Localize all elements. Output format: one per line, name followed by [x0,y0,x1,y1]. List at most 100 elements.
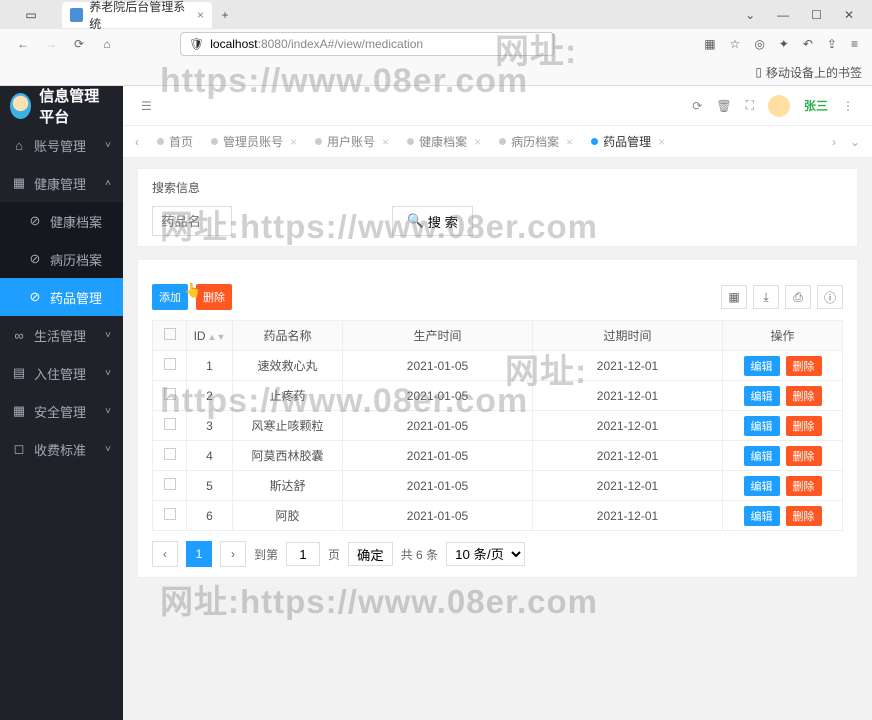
undo-icon[interactable]: ↶ [803,37,813,51]
chevron-down-icon: ˅ [105,444,111,455]
tabs-prev-icon[interactable]: ‹ [131,135,143,149]
username[interactable]: 张三 [804,97,828,114]
close-icon[interactable]: × [197,8,204,22]
sort-icon: ▲▼ [208,332,226,342]
sidebar-subitem[interactable]: ⊘健康档案 [0,202,123,240]
close-icon[interactable]: × [382,135,389,149]
home-icon[interactable]: ⌂ [98,37,116,51]
sidebar-item[interactable]: ∞生活管理˅ [0,316,123,354]
info-icon[interactable]: ⓘ [817,285,843,309]
trash-icon[interactable]: 🗑 [716,99,731,113]
row-checkbox[interactable] [164,508,176,520]
filter-icon[interactable]: ▦ [721,285,747,309]
edit-button[interactable]: 编辑 [744,416,780,436]
page-tab[interactable]: 药品管理× [583,133,673,150]
close-icon[interactable]: × [566,135,573,149]
page-unit: 页 [328,546,340,563]
avatar[interactable] [768,95,790,117]
page-tab[interactable]: 首页 [149,133,201,150]
sidebar-item[interactable]: ⌂账号管理˅ [0,126,123,164]
browser-tab[interactable]: 养老院后台管理系统 × [62,2,212,28]
minimize-icon[interactable]: — [777,8,789,22]
edit-button[interactable]: 编辑 [744,476,780,496]
row-delete-button[interactable]: 删除 [786,356,822,376]
table-panel: 添加 删除 ▦ ⤓ ⎙ ⓘ ID▲▼ 药品名称 [137,259,858,578]
close-icon[interactable]: × [658,135,665,149]
reload-icon[interactable]: ⟳ [70,37,88,51]
maximize-icon[interactable]: ☐ [811,8,822,22]
page-next[interactable]: › [220,541,246,567]
refresh-icon[interactable]: ⟳ [692,99,702,113]
row-delete-button[interactable]: 删除 [786,506,822,526]
col-id[interactable]: ID▲▼ [187,321,233,351]
bookmark-mobile[interactable]: 移动设备上的书签 [766,64,862,81]
page-prev[interactable]: ‹ [152,541,178,567]
sidebar-item[interactable]: ▦健康管理˄ [0,164,123,202]
sidebar-subitem[interactable]: ⊘病历档案 [0,240,123,278]
sidebar-item[interactable]: ▤入住管理˅ [0,354,123,392]
page-tabs: ‹ 首页管理员账号×用户账号×健康档案×病历档案×药品管理× › ⌄ [123,126,872,158]
page-tab[interactable]: 管理员账号× [203,133,305,150]
row-delete-button[interactable]: 删除 [786,476,822,496]
tabs-next-icon[interactable]: › [828,135,840,149]
page-tab[interactable]: 健康档案× [399,133,489,150]
tabs-dropdown-icon[interactable]: ⌄ [846,135,864,149]
new-tab-button[interactable]: + [212,8,238,22]
row-checkbox[interactable] [164,358,176,370]
table-toolbar: 添加 删除 ▦ ⤓ ⎙ ⓘ [152,284,843,310]
collapse-sidebar-icon[interactable]: ☰ [141,99,152,113]
row-checkbox[interactable] [164,388,176,400]
sidebar-subitem[interactable]: ⊘药品管理 [0,278,123,316]
star-icon[interactable]: ☆ [730,37,741,51]
page-number[interactable]: 1 [186,541,212,567]
row-checkbox[interactable] [164,418,176,430]
page-tab[interactable]: 病历档案× [491,133,581,150]
share-icon[interactable]: ⇪ [827,37,837,51]
fullscreen-icon[interactable]: ⛶ [746,98,754,113]
row-checkbox[interactable] [164,478,176,490]
row-delete-button[interactable]: 删除 [786,386,822,406]
edit-button[interactable]: 编辑 [744,386,780,406]
qr-icon[interactable]: ▦ [704,37,715,51]
edit-button[interactable]: 编辑 [744,506,780,526]
tab-label: 首页 [169,133,193,150]
search-button[interactable]: 🔍 搜 索 [392,206,473,236]
print-icon[interactable]: ⎙ [785,285,811,309]
add-button[interactable]: 添加 [152,284,188,310]
close-icon[interactable]: × [290,135,297,149]
search-input[interactable] [152,206,232,236]
page-size-select[interactable]: 10 条/页 [446,542,525,566]
page-tab[interactable]: 用户账号× [307,133,397,150]
shield-icon: 🛡 [189,37,204,51]
cell-id: 2 [187,381,233,411]
select-all-checkbox[interactable] [164,328,176,340]
tab-dot-icon [591,138,598,145]
row-checkbox[interactable] [164,448,176,460]
sidebar-item[interactable]: ◻收费标准˅ [0,430,123,468]
row-delete-button[interactable]: 删除 [786,416,822,436]
chevron-down-icon[interactable]: ⌄ [745,8,755,22]
close-icon[interactable]: × [474,135,481,149]
back-icon[interactable]: ← [14,37,32,51]
url-bar[interactable]: 🛡 localhost:8080/indexA#/view/medication [180,32,554,56]
extensions-icon[interactable]: ✦ [779,37,789,51]
edit-button[interactable]: 编辑 [744,356,780,376]
close-window-icon[interactable]: ✕ [844,8,854,22]
tab-dot-icon [315,138,322,145]
row-delete-button[interactable]: 删除 [786,446,822,466]
delete-button[interactable]: 删除 [196,284,232,310]
cell-name: 阿胶 [233,501,343,531]
dash-icon: ⊘ [28,289,42,305]
page-confirm[interactable]: 确定 [348,542,393,566]
table-row: 2 止疼药 2021-01-05 2021-12-01 编辑 删除 [153,381,843,411]
edit-button[interactable]: 编辑 [744,446,780,466]
more-icon[interactable]: ⋮ [842,99,854,113]
sidebar-toggle-icon[interactable]: ▭ [0,8,62,22]
account-icon[interactable]: ◎ [754,37,764,51]
page-input[interactable] [286,542,320,566]
cell-id: 4 [187,441,233,471]
menu-icon[interactable]: ≡ [851,37,858,51]
sidebar-item[interactable]: ▦安全管理˅ [0,392,123,430]
export-icon[interactable]: ⤓ [753,285,779,309]
cell-exp: 2021-12-01 [533,411,723,441]
